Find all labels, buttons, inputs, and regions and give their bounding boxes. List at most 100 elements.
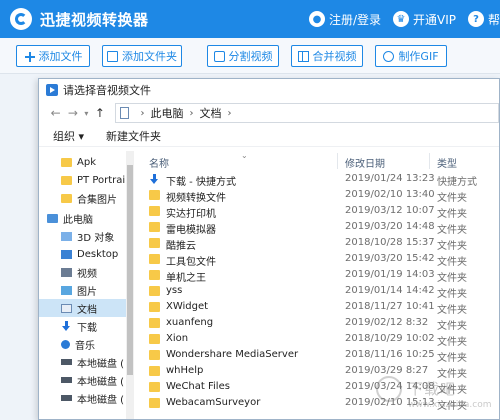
organize-button[interactable]: 组织 ▾ [53, 128, 84, 144]
app-logo-icon [10, 8, 32, 30]
column-divider[interactable] [429, 153, 430, 169]
app-header: 迅捷视频转换器 ● 注册/登录 ♛ 开通VIP ? 帮 [0, 0, 500, 38]
folder-icon [61, 157, 72, 167]
plus-icon [24, 51, 35, 62]
folder-icon [149, 222, 160, 232]
file-name: WeChat Files [166, 381, 230, 392]
add-folder-label: 添加文件夹 [122, 50, 177, 63]
folder-icon [61, 175, 72, 185]
music-icon [61, 339, 70, 349]
merge-icon [297, 50, 309, 62]
breadcrumb-documents[interactable]: 文档 [200, 105, 222, 121]
dialog-title: 请选择音视频文件 [63, 84, 151, 97]
split-video-button[interactable]: 分割视频 [207, 45, 279, 67]
address-bar[interactable]: › 此电脑 › 文档 › [114, 103, 499, 123]
file-row[interactable]: 雷电模拟器 2019/03/20 14:48 文件夹 [135, 219, 499, 236]
tree-item-label: 本地磁盘 ( [77, 376, 125, 388]
navigation-scrollbar[interactable] [126, 151, 134, 419]
tree-item[interactable]: 下载 [39, 317, 126, 335]
tree-item[interactable]: 本地磁盘 ( [39, 371, 126, 389]
split-icon [213, 50, 225, 62]
file-row[interactable]: 视频转换文件 2019/02/10 13:40 文件夹 [135, 187, 499, 204]
tree-item[interactable]: 视频 [39, 263, 126, 281]
file-row[interactable]: 工具包文件 2019/03/20 15:42 文件夹 [135, 251, 499, 268]
column-date-header[interactable]: 修改日期 [345, 155, 385, 170]
shortcut-icon [149, 174, 160, 184]
vip-button[interactable]: ♛ 开通VIP [392, 11, 456, 28]
back-arrow-icon[interactable]: ← [47, 106, 64, 120]
file-name: Xion [166, 333, 189, 344]
tree-item[interactable]: 合集图片 [39, 189, 126, 207]
file-row[interactable]: Xion 2018/10/29 10:02 文件夹 [135, 331, 499, 348]
recent-dropdown-icon[interactable]: ▾ [82, 109, 92, 118]
file-modified-date: 2019/03/29 8:27 [345, 365, 429, 376]
app-title: 迅捷视频转换器 [40, 10, 149, 29]
file-row[interactable]: 下载 - 快捷方式 2019/01/24 13:23 快捷方式 [135, 171, 499, 188]
file-row[interactable]: Wondershare MediaServer 2018/11/16 10:25 文… [135, 347, 499, 364]
column-name-header[interactable]: 名称 [149, 155, 169, 170]
login-button[interactable]: ● 注册/登录 [308, 11, 381, 28]
new-folder-button[interactable]: 新建文件夹 [106, 128, 161, 144]
document-icon [119, 107, 129, 119]
tree-item[interactable]: 音乐 [39, 335, 126, 353]
file-type: 文件夹 [437, 289, 467, 300]
tree-item-label: 合集图片 [77, 194, 117, 206]
make-gif-button[interactable]: 制作GIF [375, 45, 447, 67]
tree-item[interactable]: 文档 [39, 299, 126, 317]
tree-item[interactable]: Desktop [39, 245, 126, 263]
file-row[interactable]: 实达打印机 2019/03/12 10:07 文件夹 [135, 203, 499, 220]
file-name: 酷推云 [166, 241, 196, 252]
file-row[interactable]: XWidget 2018/11/27 10:41 文件夹 [135, 299, 499, 316]
file-row[interactable]: yss 2019/01/14 14:42 文件夹 [135, 283, 499, 300]
file-type: 文件夹 [437, 193, 467, 204]
file-row[interactable]: 酷推云 2018/10/28 15:37 文件夹 [135, 235, 499, 252]
scrollbar-thumb[interactable] [127, 165, 133, 375]
document-icon [61, 303, 72, 313]
file-modified-date: 2019/01/24 13:23 [345, 173, 435, 184]
help-label: 帮 [487, 12, 500, 27]
tree-item-label: 本地磁盘 ( [77, 394, 125, 406]
up-arrow-icon[interactable]: ↑ [91, 106, 108, 120]
3d-objects-icon [61, 231, 72, 241]
file-row[interactable]: WebacamSurveyor 2019/02/10 15:13 文件夹 [135, 395, 499, 412]
file-name: xuanfeng [166, 317, 214, 328]
add-file-button[interactable]: 添加文件 [16, 45, 90, 67]
column-divider[interactable] [337, 153, 338, 169]
add-folder-button[interactable]: 添加文件夹 [102, 45, 182, 67]
split-video-label: 分割视频 [228, 50, 273, 63]
merge-video-button[interactable]: 合并视频 [291, 45, 363, 67]
folder-icon [149, 270, 160, 280]
tree-item[interactable]: PT Portrai [39, 171, 126, 189]
forward-arrow-icon[interactable]: → [64, 106, 81, 120]
tree-item-label: Desktop [77, 248, 119, 260]
breadcrumb-this-pc[interactable]: 此电脑 [151, 105, 184, 121]
tree-item[interactable]: 本地磁盘 ( [39, 389, 126, 407]
folder-icon [149, 398, 160, 408]
file-type: 文件夹 [437, 385, 467, 396]
help-button[interactable]: ? 帮 [467, 11, 500, 28]
file-modified-date: 2019/03/24 14:08 [345, 381, 435, 392]
file-row[interactable]: WeChat Files 2019/03/24 14:08 文件夹 [135, 379, 499, 396]
navigation-pane: Apk PT Portrai 合集图片此电脑 3D 对象 Desktop 视频 图片文档 下载… [39, 151, 126, 419]
folder-icon [149, 238, 160, 248]
disk-icon [61, 377, 72, 383]
file-modified-date: 2019/01/14 14:42 [345, 285, 435, 296]
tree-item[interactable]: Apk [39, 153, 126, 171]
tree-item[interactable]: 此电脑 [39, 209, 126, 227]
file-row[interactable]: whHelp 2019/03/29 8:27 文件夹 [135, 363, 499, 380]
column-type-header[interactable]: 类型 [437, 155, 457, 170]
file-name: whHelp [166, 365, 204, 376]
file-row[interactable]: xuanfeng 2019/02/12 8:32 文件夹 [135, 315, 499, 332]
make-gif-label: 制作GIF [398, 50, 439, 63]
gif-icon [383, 50, 395, 62]
tree-item-label: 音乐 [75, 340, 95, 352]
folder-icon [61, 193, 72, 203]
file-name: 单机之王 [166, 273, 206, 284]
tree-item-label: 文档 [77, 304, 97, 316]
tree-item[interactable]: 本地磁盘 ( [39, 353, 126, 371]
tree-item[interactable]: 3D 对象 [39, 227, 126, 245]
tree-item-label: 3D 对象 [77, 232, 115, 244]
tree-item[interactable]: 图片 [39, 281, 126, 299]
file-row[interactable]: 单机之王 2019/01/19 14:03 文件夹 [135, 267, 499, 284]
dialog-title-bar: 请选择音视频文件 [39, 79, 499, 101]
